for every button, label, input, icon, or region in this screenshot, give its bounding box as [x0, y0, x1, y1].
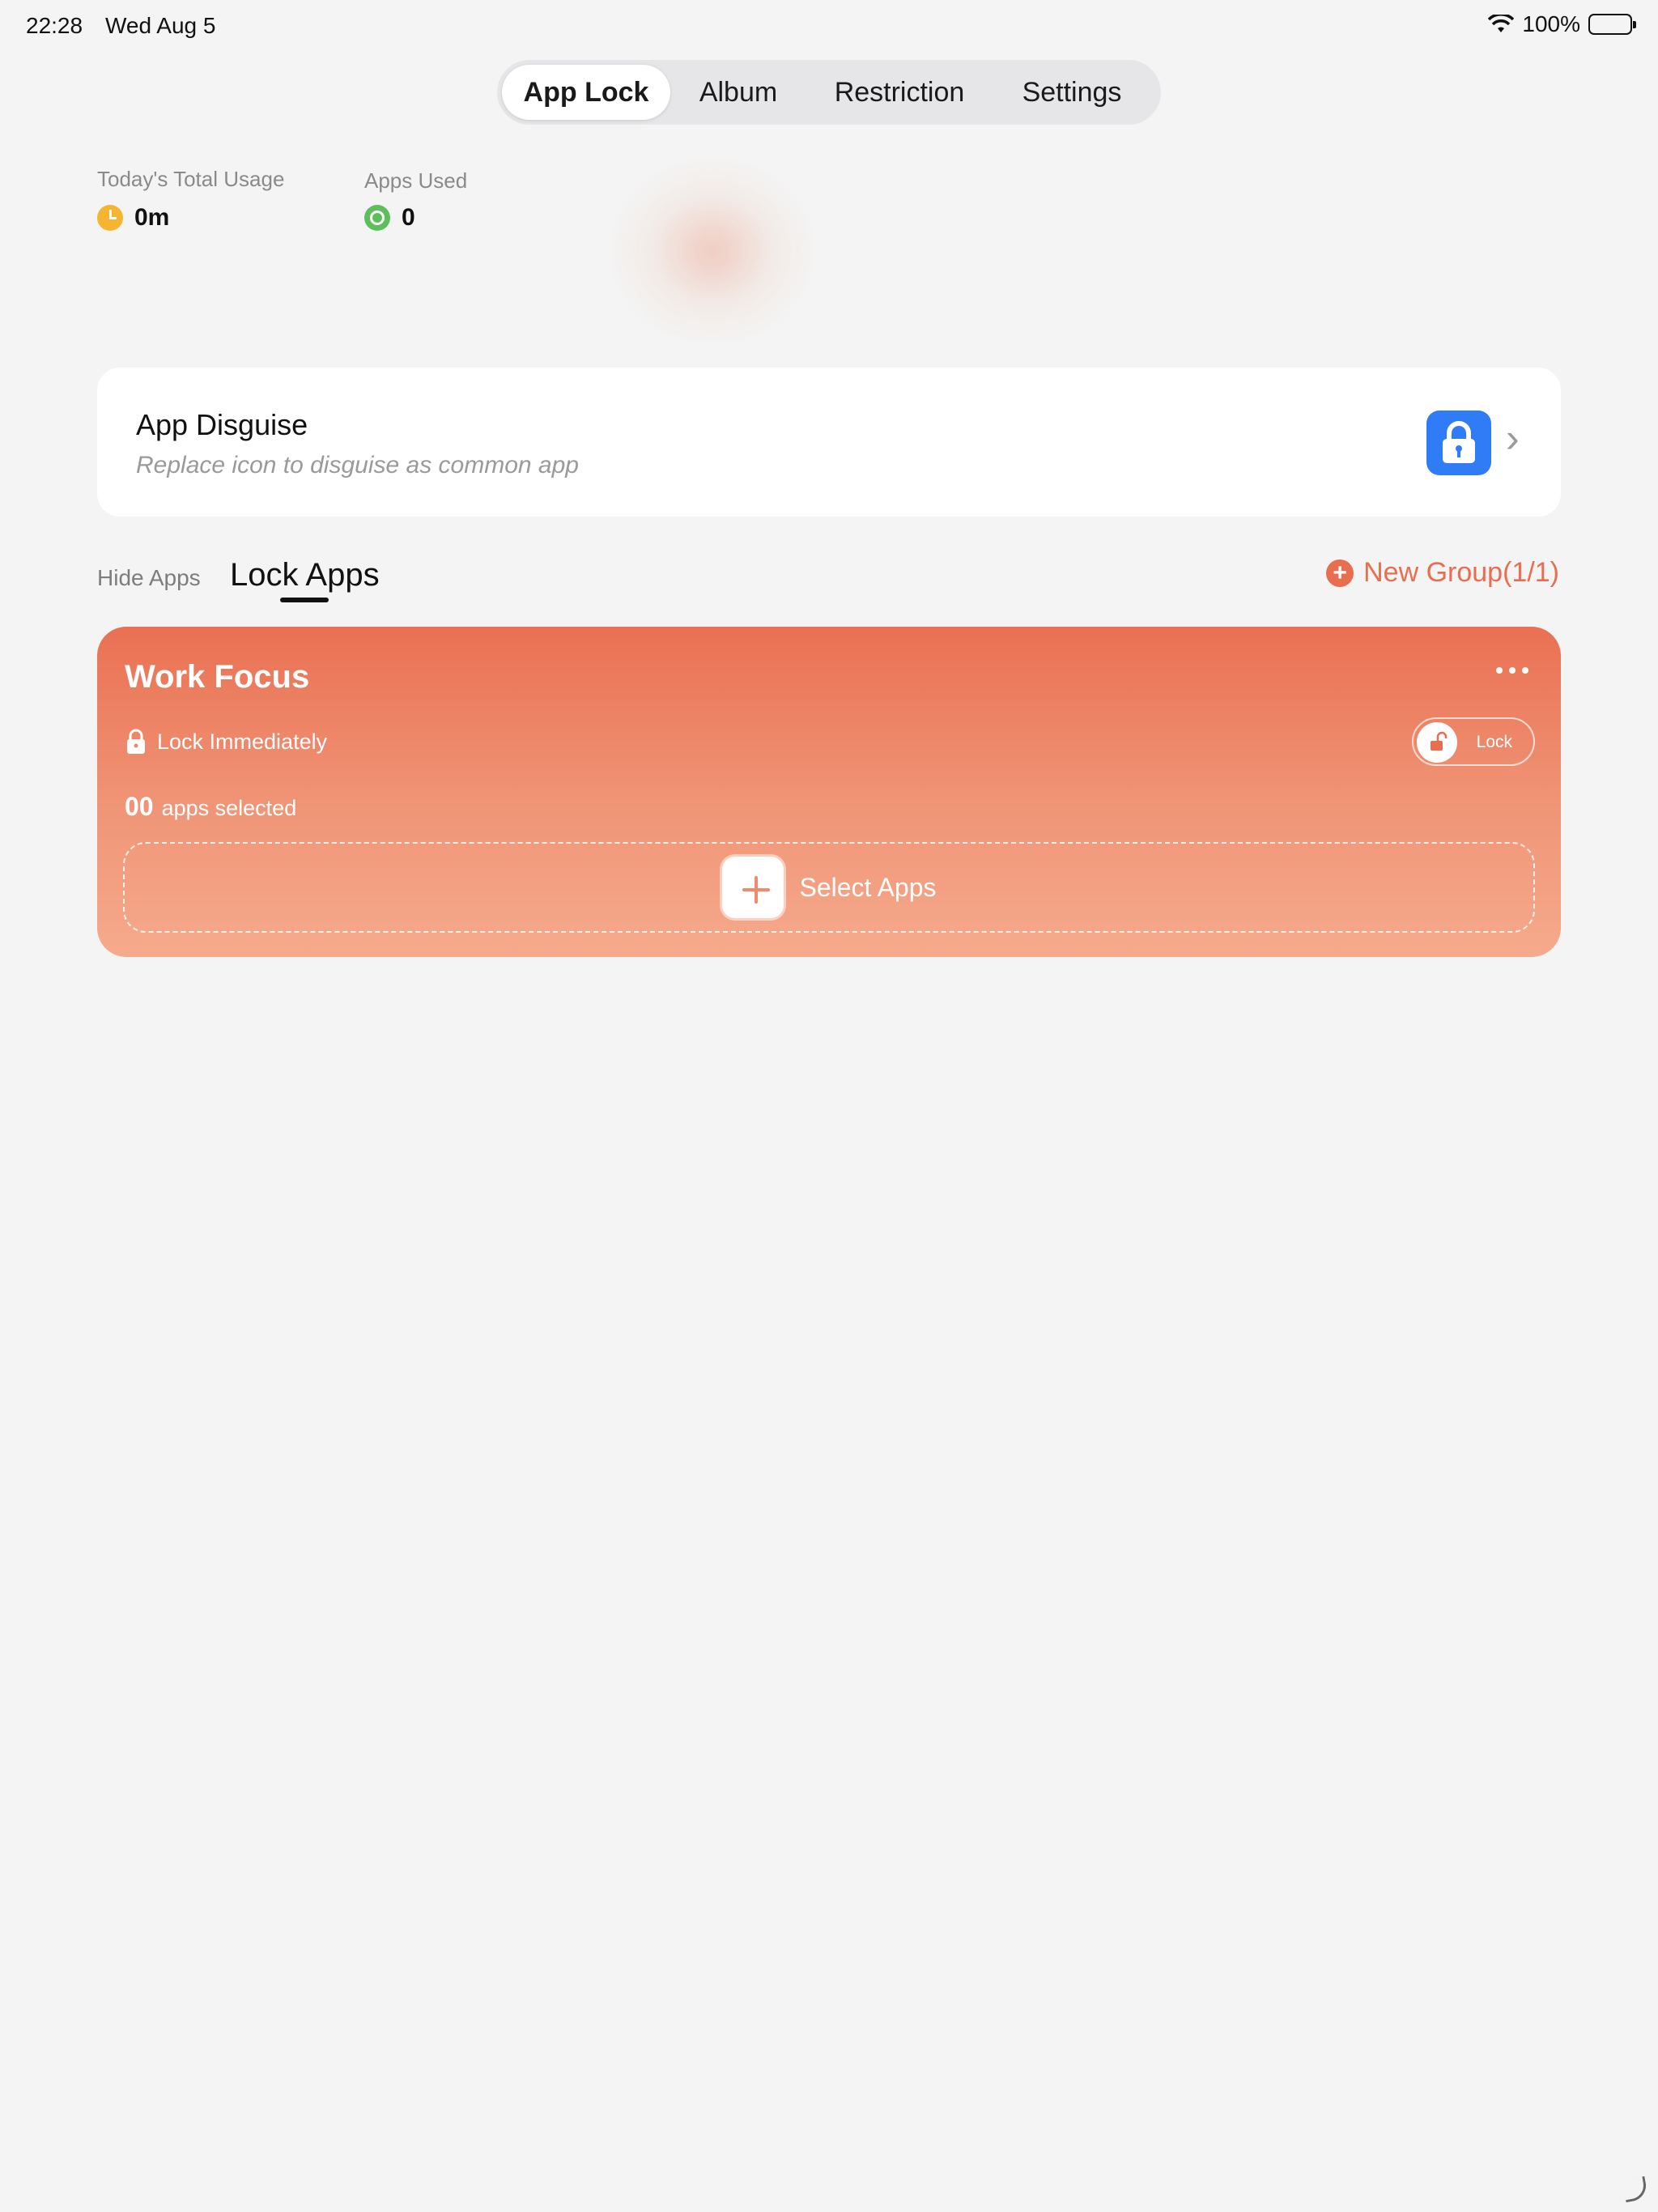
add-icon — [721, 857, 784, 918]
more-options-icon[interactable] — [1496, 667, 1528, 674]
clock-icon — [97, 205, 123, 231]
apps-selected-count: 00 apps selected — [125, 792, 296, 822]
blurred-graphic — [615, 162, 810, 340]
lock-toggle[interactable]: Lock — [1412, 717, 1535, 766]
selected-count-text: apps selected — [161, 796, 297, 820]
disguise-title: App Disguise — [136, 408, 308, 441]
active-tab-indicator — [280, 598, 329, 602]
apps-used-label: Apps Used — [364, 168, 468, 193]
select-apps-button[interactable]: Select Apps — [123, 842, 1535, 933]
app-lock-screen: 22:28 Wed Aug 5 100% App Lock Album Rest… — [0, 0, 1658, 2212]
usage-label: Today's Total Usage — [97, 167, 285, 191]
usage-value: 0m — [134, 204, 170, 231]
status-bar: 22:28 Wed Aug 5 100% — [0, 0, 1658, 52]
battery-icon — [1588, 14, 1636, 35]
tab-settings[interactable]: Settings — [993, 65, 1151, 120]
lock-app-icon — [1426, 410, 1491, 475]
status-date: Wed Aug 5 — [105, 13, 216, 38]
new-group-button[interactable]: + New Group(1/1) — [1326, 557, 1559, 589]
wifi-icon — [1488, 15, 1515, 32]
group-title: Work Focus — [125, 659, 310, 695]
status-time: 22:28 — [26, 13, 83, 38]
select-apps-label: Select Apps — [799, 872, 937, 902]
tab-lock-apps[interactable]: Lock Apps — [230, 557, 380, 593]
usage-stat: 0m — [97, 204, 169, 232]
lock-mode-row[interactable]: Lock Immediately — [125, 729, 327, 755]
lock-mode-label: Lock Immediately — [157, 729, 328, 754]
selected-count-number: 00 — [125, 792, 154, 821]
toggle-knob — [1417, 722, 1457, 763]
apps-used-icon — [364, 205, 390, 231]
main-segmented-control: App Lock Album Restriction Settings — [497, 60, 1161, 125]
app-disguise-card[interactable]: App Disguise Replace icon to disguise as… — [97, 368, 1561, 517]
apps-used-stat: 0 — [364, 204, 415, 232]
unlock-icon — [1431, 731, 1448, 751]
battery-percent: 100% — [1522, 11, 1580, 36]
padlock-icon — [127, 729, 145, 754]
tab-restriction[interactable]: Restriction — [806, 65, 993, 120]
toggle-label: Lock — [1476, 733, 1512, 751]
tab-app-lock[interactable]: App Lock — [502, 65, 670, 120]
plus-circle-icon: + — [1326, 559, 1354, 587]
disguise-subtitle: Replace icon to disguise as common app — [136, 452, 579, 479]
new-group-label: New Group(1/1) — [1363, 557, 1559, 588]
resize-handle-icon — [1622, 2176, 1649, 2203]
apps-used-value: 0 — [402, 204, 415, 231]
tab-hide-apps[interactable]: Hide Apps — [97, 565, 201, 591]
chevron-right-icon: › — [1506, 415, 1520, 461]
group-card-work-focus: Work Focus Lock Immediately Lock 00 apps… — [97, 627, 1561, 957]
status-indicators: 100% — [1488, 11, 1636, 37]
tab-album[interactable]: Album — [670, 65, 806, 120]
